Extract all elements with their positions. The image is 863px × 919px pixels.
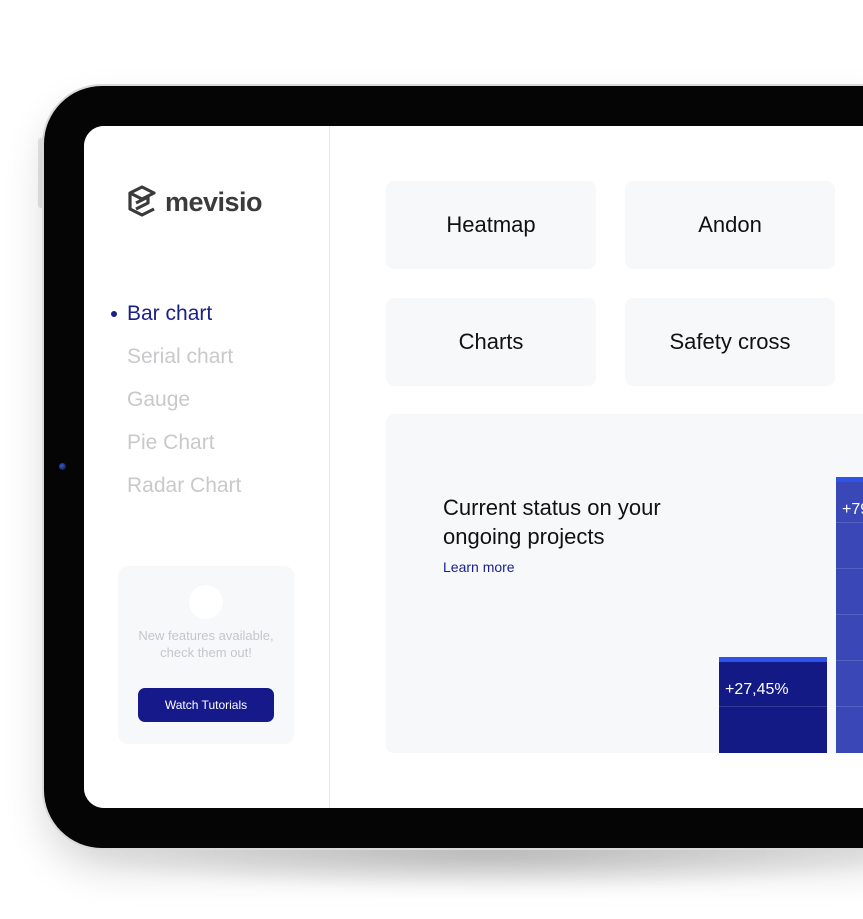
nav-item-label: Gauge — [127, 388, 191, 411]
status-title: Current status on your ongoing projects — [443, 495, 661, 549]
learn-more-link[interactable]: Learn more — [443, 559, 515, 575]
bar-data-label: +79 — [842, 501, 863, 518]
tile-safety-cross[interactable]: Safety cross — [625, 298, 835, 386]
tile-label: Andon — [698, 212, 762, 237]
camera-icon — [59, 463, 66, 470]
main-content: Heatmap Andon Charts Safety cross Curren… — [330, 126, 863, 808]
stage: mevisio Bar chart Serial chart Gauge Pie… — [0, 0, 863, 919]
nav-item-label: Serial chart — [127, 345, 234, 368]
mevisio-logo-icon — [128, 185, 156, 217]
tile-label: Safety cross — [669, 329, 791, 354]
promo-avatar — [189, 585, 223, 619]
brand-name: mevisio — [165, 186, 263, 217]
bar-gridline — [836, 614, 863, 615]
sidebar: mevisio Bar chart Serial chart Gauge Pie… — [84, 126, 330, 808]
bar-cap — [719, 657, 827, 662]
tile-heatmap[interactable]: Heatmap — [386, 181, 596, 269]
nav-item-radar-chart[interactable]: Radar Chart — [84, 464, 329, 507]
tile-andon[interactable]: Andon — [625, 181, 835, 269]
brand-logo[interactable]: mevisio — [124, 184, 263, 220]
nav-item-serial-chart[interactable]: Serial chart — [84, 335, 329, 378]
promo-card: New features available, check them out! … — [118, 566, 294, 744]
watch-tutorials-button[interactable]: Watch Tutorials — [138, 688, 274, 722]
promo-text: New features available, check them out! — [138, 628, 274, 660]
nav-item-label: Pie Chart — [127, 431, 215, 454]
nav-item-gauge[interactable]: Gauge — [84, 378, 329, 421]
bar-2: +79 — [836, 477, 863, 753]
bar-gridline — [836, 522, 863, 523]
app-screen: mevisio Bar chart Serial chart Gauge Pie… — [84, 126, 863, 808]
bar-data-label: +27,45% — [725, 681, 789, 698]
bar-gridline — [836, 660, 863, 661]
nav-item-label: Bar chart — [127, 302, 213, 325]
tile-charts[interactable]: Charts — [386, 298, 596, 386]
active-dot-icon — [111, 311, 117, 317]
bar-cap — [836, 477, 863, 482]
tile-label: Charts — [458, 329, 524, 354]
bar-gridline — [836, 568, 863, 569]
bar-1: +27,45% — [719, 657, 827, 753]
chart-nav: Bar chart Serial chart Gauge Pie Chart R… — [84, 292, 329, 507]
bar-gridline — [836, 706, 863, 707]
bar-gridline — [719, 706, 827, 707]
nav-item-label: Radar Chart — [127, 474, 242, 497]
status-card: Current status on your ongoing projects … — [386, 414, 863, 753]
nav-item-bar-chart[interactable]: Bar chart — [84, 292, 329, 335]
nav-item-pie-chart[interactable]: Pie Chart — [84, 421, 329, 464]
tile-label: Heatmap — [446, 212, 536, 237]
